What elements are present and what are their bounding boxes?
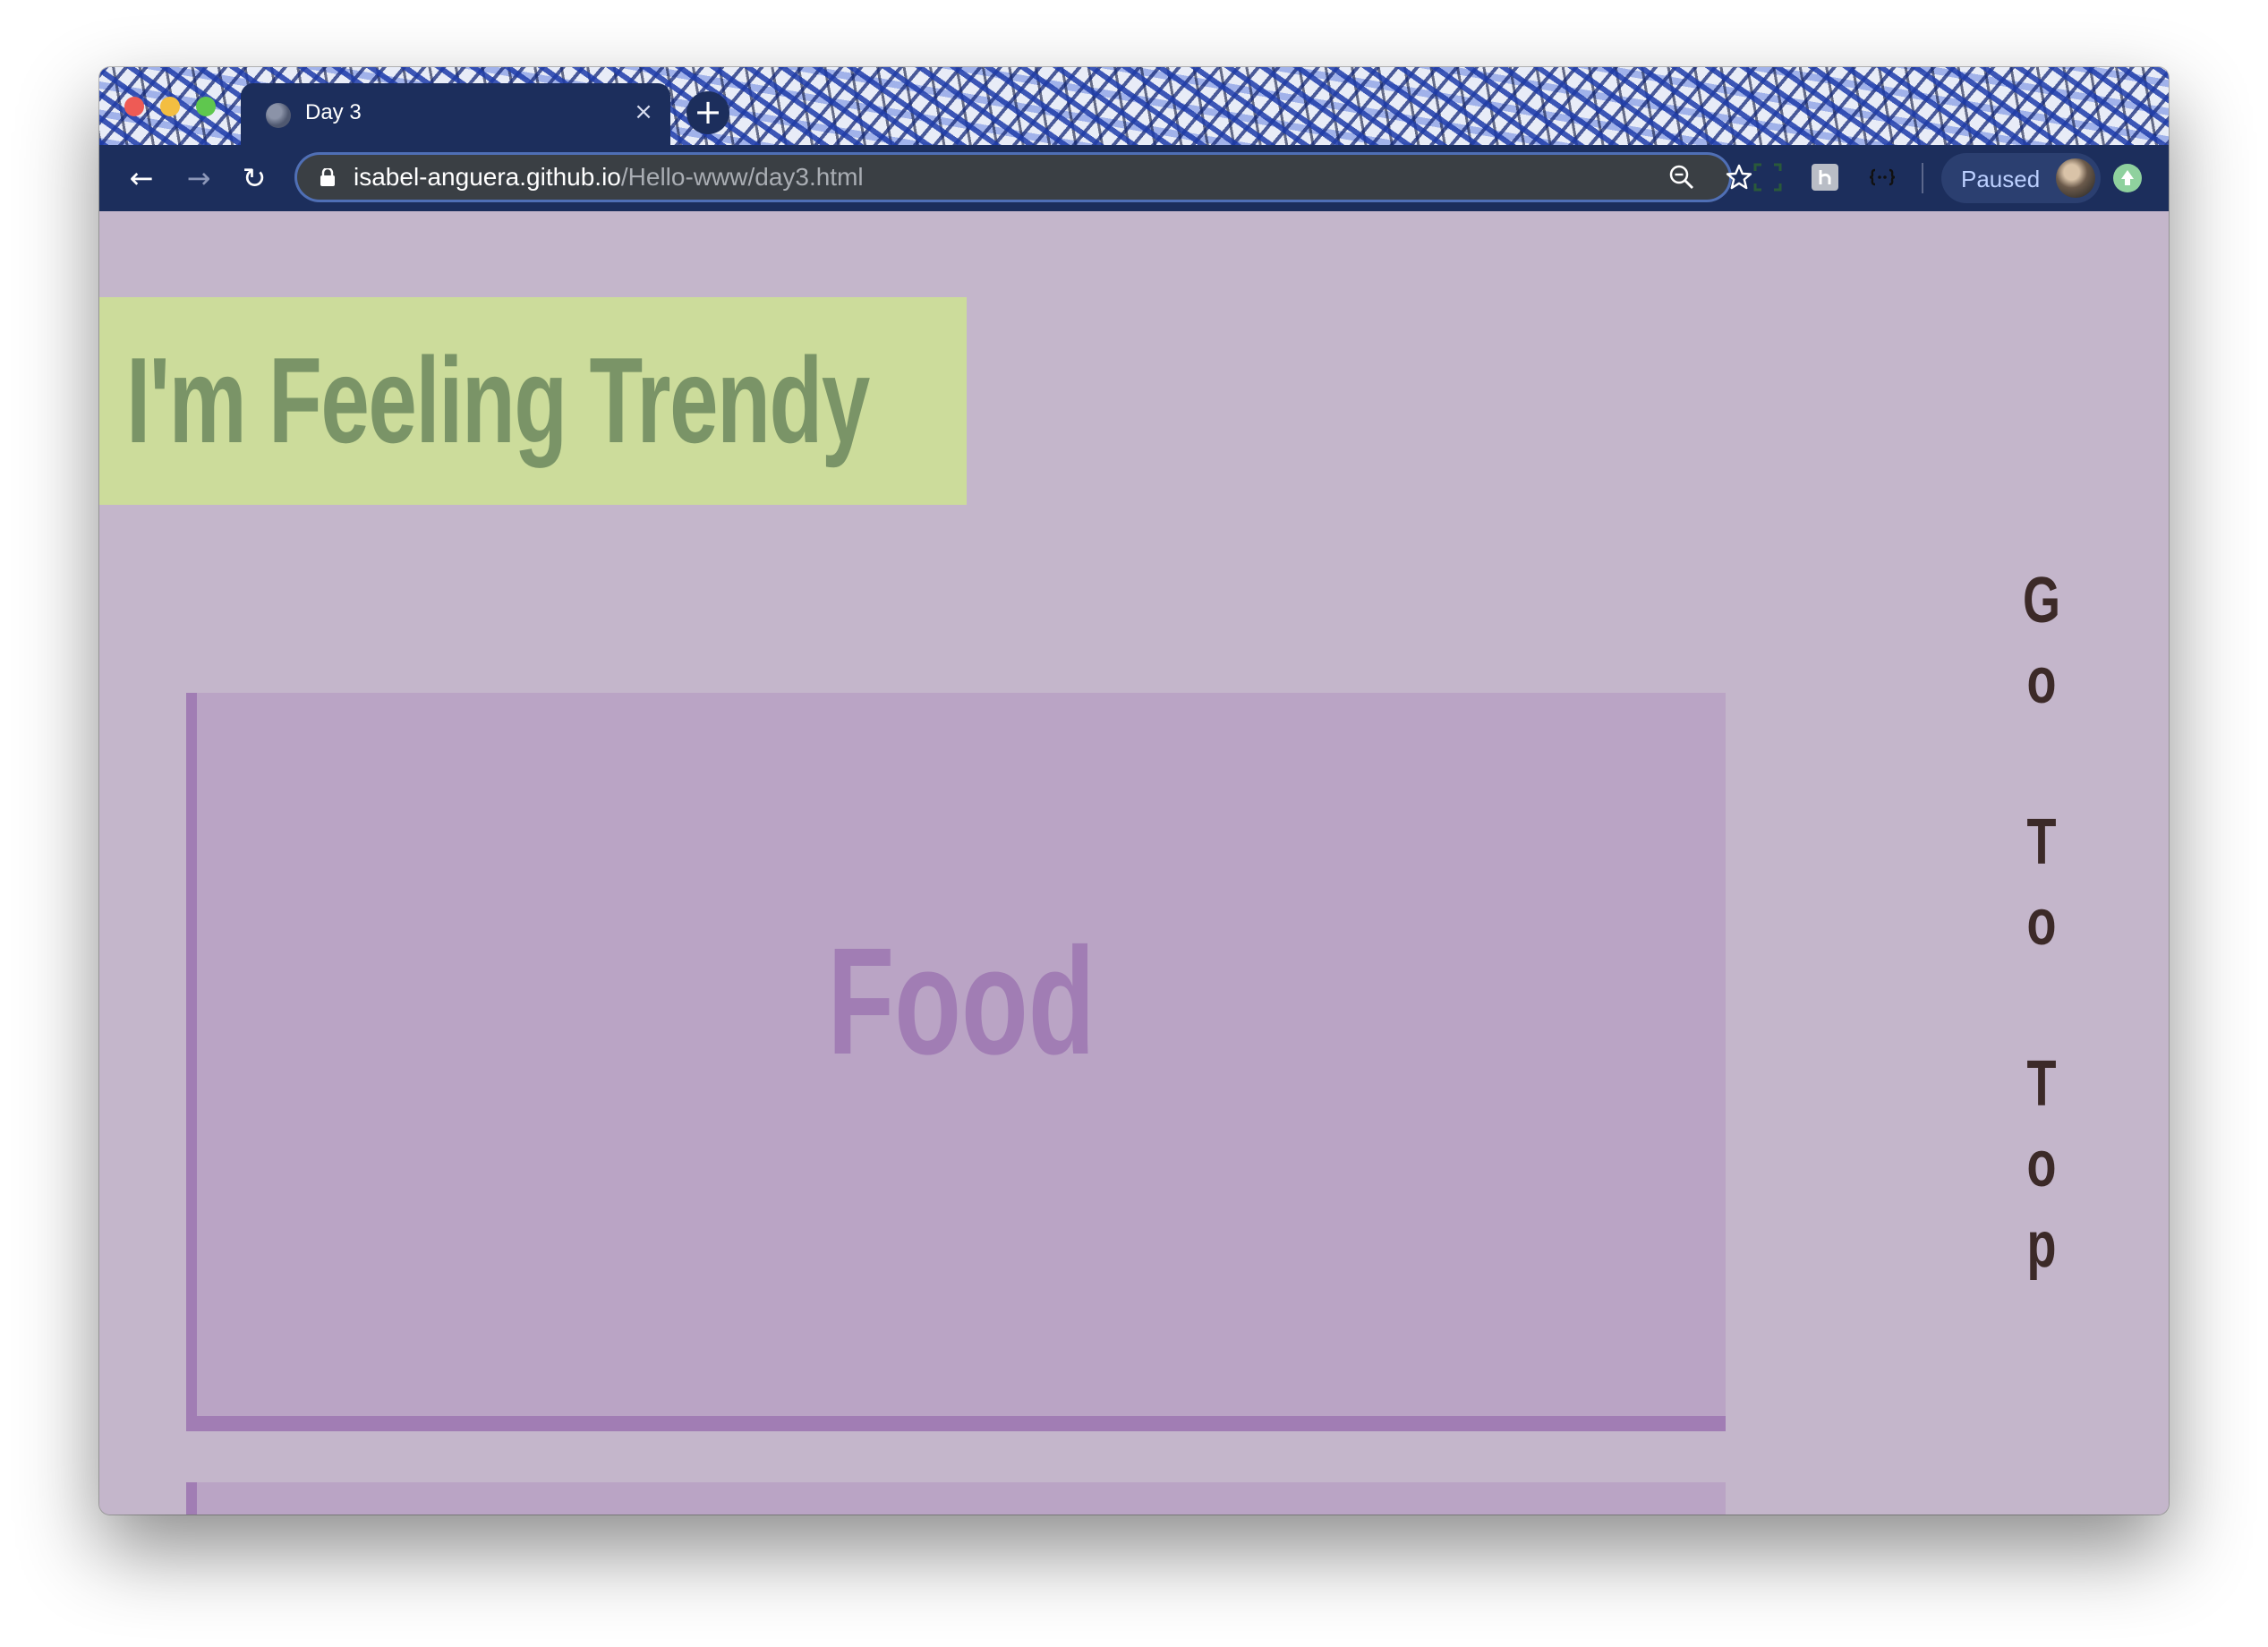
zoom-window-button[interactable]	[196, 97, 216, 116]
go-to-top-link[interactable]: G o T o T o p	[2006, 560, 2077, 1285]
go-to-top-letter: T	[2026, 1048, 2057, 1120]
globe-icon	[266, 103, 291, 128]
minimize-window-button[interactable]	[160, 97, 180, 116]
toolbar-divider	[1922, 163, 1923, 193]
go-to-top-letter: o	[2026, 1129, 2057, 1200]
browser-toolbar: ← → ↻ isabel-anguera.github.io/Hello-www…	[99, 145, 2169, 211]
tab-strip: Day 3 × +	[99, 67, 2169, 145]
section-title-food: Food	[827, 917, 1096, 1087]
url-host: isabel-anguera.github.io	[354, 163, 621, 191]
reload-button[interactable]: ↻	[235, 159, 273, 197]
forward-button[interactable]: →	[180, 159, 217, 197]
go-to-top-letter: o	[2026, 887, 2057, 959]
go-to-top-letter	[2015, 963, 2068, 1044]
page-title: I'm Feeling Trendy	[126, 332, 870, 468]
profile-status: Paused	[1961, 166, 2041, 192]
extension-icon[interactable]	[1810, 162, 1840, 192]
back-button[interactable]: ←	[123, 159, 160, 197]
go-to-top-letter: G	[2022, 565, 2060, 636]
section-card-next	[186, 1482, 1726, 1515]
lock-icon	[320, 168, 335, 186]
url-path: /Hello-www/day3.html	[620, 163, 864, 191]
screenshot-extension-icon[interactable]	[1752, 162, 1783, 192]
web-page: I'm Feeling Trendy Food G o T o T o p	[99, 211, 2169, 1515]
tab-title: Day 3	[305, 100, 362, 124]
update-icon[interactable]	[2113, 164, 2142, 192]
new-tab-button[interactable]: +	[686, 91, 729, 134]
hero-banner: I'm Feeling Trendy	[99, 297, 967, 505]
browser-window: Day 3 × + ← → ↻ isabel-anguera.github.io…	[99, 67, 2169, 1515]
avatar	[2056, 158, 2095, 198]
go-to-top-letter: T	[2026, 806, 2057, 878]
url-text: isabel-anguera.github.io/Hello-www/day3.…	[354, 163, 864, 192]
address-bar[interactable]: isabel-anguera.github.io/Hello-www/day3.…	[294, 152, 1752, 202]
close-tab-button[interactable]: ×	[629, 98, 658, 126]
star-icon[interactable]	[1725, 163, 1753, 192]
profile-button[interactable]: Paused	[1941, 153, 2101, 203]
close-window-button[interactable]	[124, 97, 144, 116]
go-to-top-letter	[2015, 721, 2068, 802]
zoom-icon[interactable]	[1667, 163, 1696, 192]
go-to-top-letter: p	[2026, 1209, 2057, 1281]
go-to-top-letter: o	[2026, 645, 2057, 717]
json-extension-icon[interactable]	[1867, 162, 1897, 192]
section-card-food: Food	[186, 693, 1726, 1431]
tab-day-3[interactable]: Day 3 ×	[241, 83, 670, 145]
